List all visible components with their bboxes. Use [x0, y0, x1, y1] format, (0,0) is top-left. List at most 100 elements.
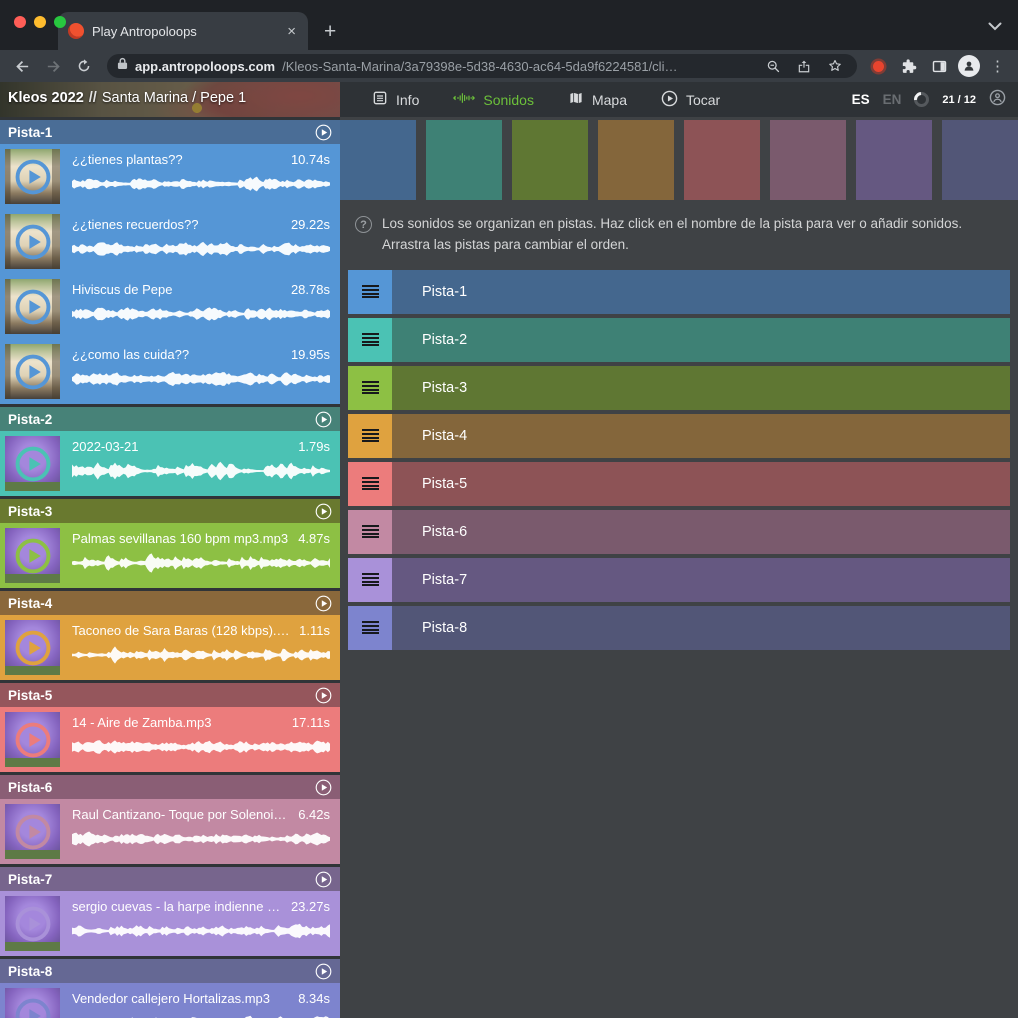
track-row-pista-4[interactable]: Pista-4: [348, 414, 1010, 458]
clip-thumbnail[interactable]: [5, 149, 60, 204]
track-play-button[interactable]: [315, 411, 332, 428]
browser-tab[interactable]: Play Antropoloops ×: [58, 12, 308, 50]
reload-icon[interactable]: [72, 54, 96, 78]
clip-thumbnail[interactable]: [5, 436, 60, 491]
track-row-pista-7[interactable]: Pista-7: [348, 558, 1010, 602]
audio-clip[interactable]: 2022-03-211.79s: [0, 431, 340, 496]
clip-thumbnail[interactable]: [5, 804, 60, 859]
forward-icon[interactable]: [41, 54, 65, 78]
track-row-pista-3[interactable]: Pista-3: [348, 366, 1010, 410]
track-drag-handle[interactable]: [348, 366, 392, 410]
track-row-body[interactable]: Pista-3: [392, 366, 1010, 410]
clip-play-overlay-icon[interactable]: [5, 988, 60, 1018]
clip-play-overlay-icon[interactable]: [5, 528, 60, 583]
track-play-button[interactable]: [315, 779, 332, 796]
track-row-label[interactable]: Pista-7: [422, 572, 467, 588]
clip-thumbnail[interactable]: [5, 528, 60, 583]
clip-thumbnail[interactable]: [5, 279, 60, 334]
track-drag-handle[interactable]: [348, 558, 392, 602]
minimize-window-button[interactable]: [34, 16, 46, 28]
track-row-pista-5[interactable]: Pista-5: [348, 462, 1010, 506]
audio-clip[interactable]: Hiviscus de Pepe28.78s: [0, 274, 340, 339]
new-tab-button[interactable]: +: [324, 20, 336, 44]
track-color-swatch-pista-5[interactable]: [684, 120, 760, 200]
track-drag-handle[interactable]: [348, 606, 392, 650]
account-icon[interactable]: [989, 89, 1006, 111]
profile-avatar-icon[interactable]: [958, 55, 980, 77]
zoom-icon[interactable]: [761, 54, 785, 78]
language-en-button[interactable]: EN: [883, 92, 902, 107]
track-row-body[interactable]: Pista-7: [392, 558, 1010, 602]
nav-item-tocar[interactable]: Tocar: [649, 82, 732, 117]
track-row-body[interactable]: Pista-5: [392, 462, 1010, 506]
clip-thumbnail[interactable]: [5, 712, 60, 767]
audio-clip[interactable]: Vendedor callejero Hortalizas.mp38.34s: [0, 983, 340, 1018]
track-drag-handle[interactable]: [348, 318, 392, 362]
star-icon[interactable]: [823, 54, 847, 78]
track-play-button[interactable]: [315, 963, 332, 980]
track-row-pista-6[interactable]: Pista-6: [348, 510, 1010, 554]
track-color-swatch-pista-8[interactable]: [942, 120, 1018, 200]
track-color-swatch-pista-4[interactable]: [598, 120, 674, 200]
track-drag-handle[interactable]: [348, 462, 392, 506]
language-es-button[interactable]: ES: [852, 92, 870, 107]
tab-close-icon[interactable]: ×: [285, 23, 298, 40]
track-header-pista-2[interactable]: Pista-2: [0, 407, 340, 431]
track-color-swatch-pista-1[interactable]: [340, 120, 416, 200]
track-row-label[interactable]: Pista-4: [422, 428, 467, 444]
side-panel-icon[interactable]: [927, 54, 951, 78]
track-row-body[interactable]: Pista-1: [392, 270, 1010, 314]
track-play-button[interactable]: [315, 124, 332, 141]
audio-clip[interactable]: Taconeo de Sara Baras (128 kbps).mp31.11…: [0, 615, 340, 680]
clip-play-overlay-icon[interactable]: [5, 214, 60, 269]
track-color-swatch-pista-7[interactable]: [856, 120, 932, 200]
track-play-button[interactable]: [315, 871, 332, 888]
clip-play-overlay-icon[interactable]: [5, 149, 60, 204]
clip-play-overlay-icon[interactable]: [5, 804, 60, 859]
address-bar[interactable]: app.antropoloops.com /Kleos-Santa-Marina…: [107, 54, 857, 78]
track-row-label[interactable]: Pista-3: [422, 380, 467, 396]
audio-clip[interactable]: Raul Cantizano- Toque por Solenoide.mp36…: [0, 799, 340, 864]
clip-play-overlay-icon[interactable]: [5, 279, 60, 334]
audio-clip[interactable]: Palmas sevillanas 160 bpm mp3.mp34.87s: [0, 523, 340, 588]
track-drag-handle[interactable]: [348, 510, 392, 554]
track-row-label[interactable]: Pista-2: [422, 332, 467, 348]
track-row-pista-1[interactable]: Pista-1: [348, 270, 1010, 314]
extensions-puzzle-icon[interactable]: [896, 54, 920, 78]
audio-clip[interactable]: ¿¿tienes plantas??10.74s: [0, 144, 340, 209]
nav-item-mapa[interactable]: Mapa: [556, 82, 639, 117]
zoom-window-button[interactable]: [54, 16, 66, 28]
track-row-pista-8[interactable]: Pista-8: [348, 606, 1010, 650]
track-header-pista-7[interactable]: Pista-7: [0, 867, 340, 891]
back-icon[interactable]: [10, 54, 34, 78]
clip-thumbnail[interactable]: [5, 896, 60, 951]
track-row-label[interactable]: Pista-1: [422, 284, 467, 300]
track-row-pista-2[interactable]: Pista-2: [348, 318, 1010, 362]
project-map-banner[interactable]: Kleos 2022//Santa Marina / Pepe 1: [0, 82, 340, 117]
audio-clip[interactable]: sergio cuevas - la harpe indienne - 03 -…: [0, 891, 340, 956]
audio-clip[interactable]: ¿¿como las cuida??19.95s: [0, 339, 340, 404]
track-row-label[interactable]: Pista-6: [422, 524, 467, 540]
clip-play-overlay-icon[interactable]: [5, 896, 60, 951]
clip-play-overlay-icon[interactable]: [5, 436, 60, 491]
track-color-swatch-pista-6[interactable]: [770, 120, 846, 200]
nav-item-sonidos[interactable]: Sonidos: [441, 82, 546, 117]
track-row-body[interactable]: Pista-4: [392, 414, 1010, 458]
share-icon[interactable]: [792, 54, 816, 78]
track-row-body[interactable]: Pista-2: [392, 318, 1010, 362]
track-header-pista-8[interactable]: Pista-8: [0, 959, 340, 983]
track-row-body[interactable]: Pista-6: [392, 510, 1010, 554]
record-icon[interactable]: [873, 61, 884, 72]
clip-play-overlay-icon[interactable]: [5, 620, 60, 675]
track-color-swatch-pista-2[interactable]: [426, 120, 502, 200]
nav-item-info[interactable]: Info: [360, 82, 431, 117]
close-window-button[interactable]: [14, 16, 26, 28]
track-header-pista-4[interactable]: Pista-4: [0, 591, 340, 615]
audio-clip[interactable]: 14 - Aire de Zamba.mp317.11s: [0, 707, 340, 772]
track-header-pista-3[interactable]: Pista-3: [0, 499, 340, 523]
audio-clip[interactable]: ¿¿tienes recuerdos??29.22s: [0, 209, 340, 274]
track-drag-handle[interactable]: [348, 270, 392, 314]
track-play-button[interactable]: [315, 503, 332, 520]
clip-thumbnail[interactable]: [5, 214, 60, 269]
track-play-button[interactable]: [315, 595, 332, 612]
